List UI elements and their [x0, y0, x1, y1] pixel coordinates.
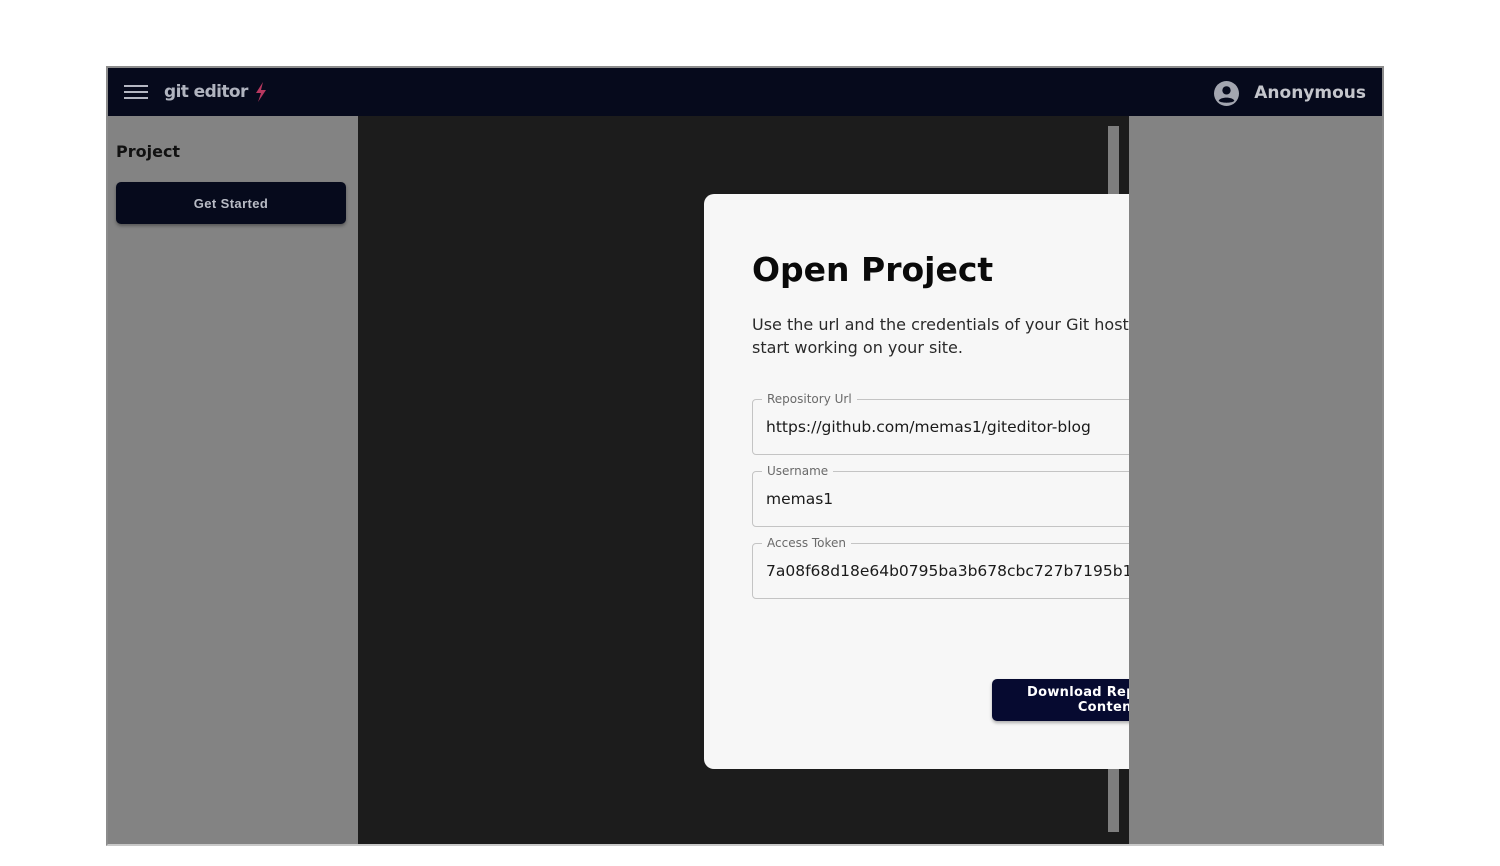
username-label: Username — [762, 463, 834, 479]
sidebar-title: Project — [116, 142, 181, 161]
hamburger-menu-icon[interactable] — [124, 85, 150, 99]
app-logo[interactable]: git editor — [164, 80, 268, 104]
bolt-icon — [255, 82, 266, 102]
access-token-label: Access Token — [762, 535, 852, 551]
sidebar: Project Get Started — [108, 116, 358, 844]
logo-text: git editor — [164, 82, 248, 102]
editor-workspace: Open Project Use the url and the credent… — [358, 116, 1284, 844]
app-window: git editor Anonymous Project Get Started… — [106, 66, 1384, 846]
top-app-bar: git editor Anonymous — [108, 68, 1382, 116]
dialog-description: Use the url and the credentials of your … — [752, 315, 1150, 357]
repository-url-label: Repository Url — [762, 391, 857, 407]
account-circle-icon — [1214, 80, 1240, 106]
dialog-title: Open Project — [752, 250, 994, 289]
user-menu[interactable]: Anonymous — [1214, 80, 1366, 106]
user-name: Anonymous — [1254, 83, 1366, 103]
right-panel — [1129, 116, 1382, 844]
get-started-button[interactable]: Get Started — [116, 182, 346, 224]
